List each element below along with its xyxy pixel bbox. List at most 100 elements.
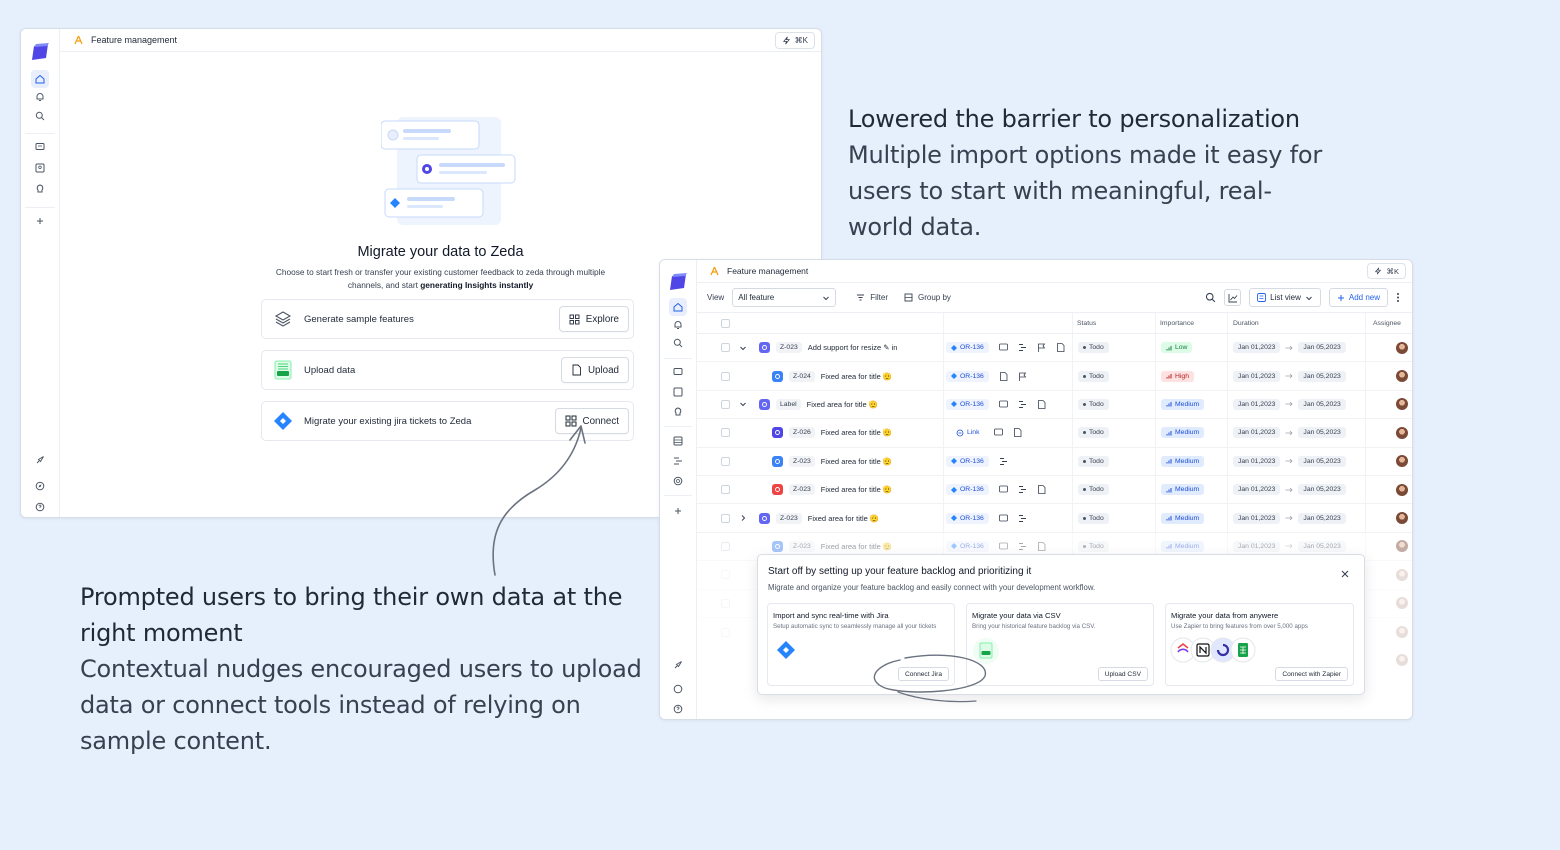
close-icon[interactable]	[1340, 566, 1350, 584]
add-icon[interactable]	[671, 504, 685, 518]
goals-icon[interactable]	[671, 474, 685, 488]
help-icon[interactable]	[33, 500, 47, 514]
command-menu-button[interactable]: ⌘K	[774, 32, 815, 49]
ref-cell[interactable]: OR-136	[946, 362, 1027, 389]
ref-cell[interactable]: OR-136	[946, 334, 1065, 361]
roadmap-icon[interactable]	[1018, 343, 1027, 352]
ref-cell[interactable]: OR-136	[946, 504, 1027, 531]
add-icon[interactable]	[33, 214, 47, 228]
chart-toggle-button[interactable]	[1224, 289, 1242, 306]
zeda-logo-icon[interactable]	[668, 273, 688, 296]
duration-cell[interactable]: Jan 01,2023 Jan 05,2023	[1233, 419, 1346, 446]
doc-icon[interactable]	[1037, 400, 1046, 409]
ref-chip[interactable]: Link	[951, 427, 984, 439]
bell-icon[interactable]	[671, 318, 685, 332]
contacts-icon[interactable]	[671, 385, 685, 399]
column-importance[interactable]: Importance	[1160, 313, 1194, 333]
avatar[interactable]	[1396, 370, 1408, 383]
roadmap-icon[interactable]	[1018, 514, 1027, 523]
assignee-cell[interactable]	[1396, 419, 1408, 446]
rocket-icon[interactable]	[671, 658, 685, 672]
status-cell[interactable]: Todo	[1078, 476, 1109, 503]
start-date[interactable]: Jan 01,2023	[1233, 427, 1281, 439]
row-checkbox[interactable]	[721, 448, 730, 475]
duration-cell[interactable]: Jan 01,2023 Jan 05,2023	[1233, 476, 1346, 503]
assignee-cell[interactable]	[1396, 334, 1408, 361]
importance-cell[interactable]: Medium	[1161, 476, 1205, 503]
doc-icon[interactable]	[1013, 428, 1022, 438]
zeda-logo-icon[interactable]	[30, 43, 50, 66]
table-row[interactable]: Z-023 Fixed area for title 🫡 OR-136 Todo Med…	[697, 447, 1412, 476]
column-status[interactable]: Status	[1077, 313, 1096, 333]
comment-icon[interactable]	[998, 400, 1008, 409]
compass-icon[interactable]	[671, 682, 685, 696]
comment-icon[interactable]	[998, 542, 1008, 551]
end-date[interactable]: Jan 05,2023	[1298, 484, 1346, 496]
ref-cell[interactable]: OR-136	[946, 476, 1046, 503]
ref-chip[interactable]: OR-136	[946, 512, 989, 524]
feature-title-cell[interactable]: Z-023 Fixed area for title 🫡	[759, 504, 879, 531]
end-date[interactable]: Jan 05,2023	[1298, 512, 1346, 524]
importance-badge[interactable]: Medium	[1161, 455, 1205, 467]
importance-badge[interactable]: Medium	[1161, 398, 1205, 410]
view-select[interactable]: All feature	[732, 288, 837, 307]
roadmap-icon[interactable]	[1018, 542, 1027, 551]
roadmap-icon[interactable]	[999, 457, 1008, 466]
ref-chip[interactable]: OR-136	[946, 455, 989, 467]
home-icon[interactable]	[31, 70, 49, 88]
ref-chip[interactable]: OR-136	[946, 342, 989, 354]
importance-cell[interactable]: Medium	[1161, 391, 1205, 418]
row-checkbox[interactable]	[721, 419, 730, 446]
importance-badge[interactable]: Low	[1161, 342, 1193, 354]
importance-badge[interactable]: Medium	[1161, 484, 1205, 496]
command-menu-button[interactable]: ⌘K	[1367, 263, 1406, 279]
doc-icon[interactable]	[1056, 343, 1065, 353]
avatar[interactable]	[1396, 540, 1408, 553]
start-date[interactable]: Jan 01,2023	[1233, 370, 1281, 382]
duration-cell[interactable]: Jan 01,2023 Jan 05,2023	[1233, 391, 1346, 418]
feature-title-cell[interactable]: Z-023 Fixed area for title 🫡	[772, 476, 892, 503]
start-date[interactable]: Jan 01,2023	[1233, 540, 1281, 552]
table-row[interactable]: Z-023 Fixed area for title 🫡 OR-136 Todo Med…	[697, 504, 1412, 533]
start-date[interactable]: Jan 01,2023	[1233, 398, 1281, 410]
assignee-cell[interactable]	[1396, 504, 1408, 531]
table-row[interactable]: Z-026 Fixed area for title 🫡 Link Todo Mediu…	[697, 419, 1412, 448]
assignee-cell[interactable]	[1396, 476, 1408, 503]
feedback-icon[interactable]	[671, 365, 685, 379]
doc-icon[interactable]	[1037, 542, 1046, 551]
row-checkbox[interactable]	[721, 334, 730, 361]
comment-icon[interactable]	[994, 428, 1004, 437]
chevron-down-icon[interactable]	[739, 334, 747, 361]
backlog-icon[interactable]	[671, 434, 685, 448]
duration-cell[interactable]: Jan 01,2023 Jan 05,2023	[1233, 448, 1346, 475]
feedback-icon[interactable]	[33, 140, 47, 154]
avatar[interactable]	[1396, 455, 1408, 468]
status-cell[interactable]: Todo	[1078, 362, 1109, 389]
roadmap-icon[interactable]	[1018, 485, 1027, 494]
table-row[interactable]: Label Fixed area for title 🫡 OR-136 Todo Med…	[697, 390, 1412, 420]
table-row[interactable]: Z-023 Fixed area for title 🫡 OR-136 Todo Med…	[697, 475, 1412, 505]
filter-button[interactable]: Filter	[856, 293, 888, 302]
start-date[interactable]: Jan 01,2023	[1233, 342, 1281, 354]
status-badge[interactable]: Todo	[1078, 455, 1109, 467]
status-badge[interactable]: Todo	[1078, 370, 1109, 382]
importance-cell[interactable]: High	[1161, 362, 1194, 389]
importance-badge[interactable]: Medium	[1161, 427, 1205, 439]
importance-badge[interactable]: High	[1161, 370, 1194, 382]
importance-badge[interactable]: Medium	[1161, 540, 1205, 552]
chevron-right-icon[interactable]	[739, 504, 747, 531]
duration-cell[interactable]: Jan 01,2023 Jan 05,2023	[1233, 504, 1346, 531]
avatar[interactable]	[1396, 341, 1408, 354]
ref-cell[interactable]: OR-136	[946, 448, 1008, 475]
explore-button[interactable]: Explore	[558, 306, 629, 332]
ref-chip[interactable]: OR-136	[946, 484, 989, 496]
help-icon[interactable]	[671, 702, 685, 716]
start-date[interactable]: Jan 01,2023	[1233, 455, 1281, 467]
importance-cell[interactable]: Medium	[1161, 419, 1205, 446]
importance-cell[interactable]: Low	[1161, 334, 1193, 361]
roadmap-icon[interactable]	[1018, 400, 1027, 409]
connect-jira-button[interactable]: Connect Jira	[897, 667, 949, 681]
more-icon[interactable]	[1396, 292, 1400, 303]
status-badge[interactable]: Todo	[1078, 484, 1109, 496]
avatar[interactable]	[1396, 398, 1408, 411]
